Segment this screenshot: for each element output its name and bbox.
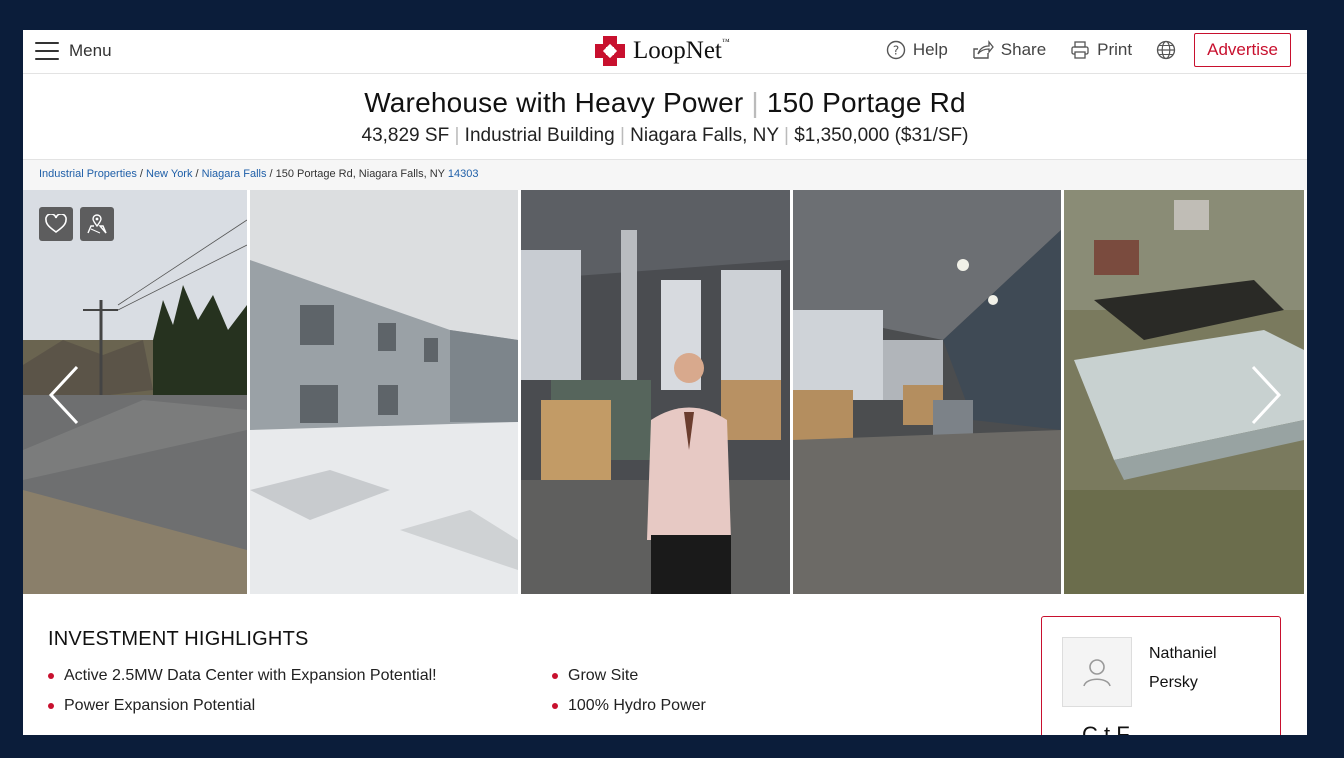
photo-gallery bbox=[23, 190, 1307, 594]
gallery-next-button[interactable] bbox=[1245, 365, 1285, 425]
svg-text:?: ? bbox=[893, 44, 899, 58]
chevron-right-icon bbox=[1251, 365, 1282, 425]
list-item: Power Expansion Potential bbox=[48, 697, 552, 715]
share-link[interactable]: Share bbox=[972, 40, 1046, 60]
heart-icon bbox=[45, 214, 67, 233]
contact-card: Nathaniel Persky C t F bbox=[1041, 616, 1281, 735]
globe-icon bbox=[1156, 40, 1176, 60]
breadcrumb: Industrial Properties / New York / Niaga… bbox=[23, 160, 1307, 190]
agent-name[interactable]: Nathaniel Persky bbox=[1149, 639, 1217, 697]
chevron-left-icon bbox=[48, 365, 79, 425]
breadcrumb-niagara-falls[interactable]: Niagara Falls bbox=[202, 168, 267, 180]
listing-type: Industrial Building bbox=[464, 125, 615, 146]
photo-3-image bbox=[521, 190, 790, 594]
top-bar: Menu LoopNet™ ? Help Share Print Adverti… bbox=[23, 30, 1307, 74]
menu-label: Menu bbox=[69, 41, 112, 60]
menu-icon bbox=[35, 42, 59, 60]
list-item: 100% Hydro Power bbox=[552, 697, 912, 715]
listing-size: 43,829 SF bbox=[361, 125, 450, 146]
header-actions: ? Help Share Print Advertise bbox=[886, 33, 1291, 67]
listing-title: Warehouse with Heavy Power | 150 Portage… bbox=[364, 87, 966, 118]
gallery-photo-4[interactable] bbox=[793, 190, 1061, 594]
breadcrumb-new-york[interactable]: New York bbox=[146, 168, 192, 180]
help-link[interactable]: ? Help bbox=[886, 40, 948, 60]
photo-4-image bbox=[793, 190, 1061, 594]
map-button[interactable] bbox=[80, 207, 114, 241]
help-icon: ? bbox=[886, 40, 906, 60]
breadcrumb-address: 150 Portage Rd, Niagara Falls, NY bbox=[275, 168, 445, 180]
contact-cta-partial: C t F bbox=[1082, 722, 1130, 735]
listing-location: Niagara Falls, NY bbox=[630, 125, 779, 146]
share-icon bbox=[973, 40, 994, 59]
help-label: Help bbox=[912, 40, 948, 59]
language-button[interactable] bbox=[1156, 40, 1176, 60]
user-icon bbox=[1083, 659, 1111, 687]
share-label: Share bbox=[1000, 40, 1047, 59]
advertise-button[interactable]: Advertise bbox=[1194, 33, 1291, 67]
loopnet-logo-icon bbox=[595, 36, 625, 66]
favorite-button[interactable] bbox=[39, 207, 73, 241]
page-frame: Menu LoopNet™ ? Help Share Print Adverti… bbox=[23, 30, 1307, 735]
breadcrumb-zip[interactable]: 14303 bbox=[448, 168, 479, 180]
photo-actions bbox=[39, 207, 114, 241]
loopnet-logo[interactable]: LoopNet™ bbox=[593, 34, 730, 68]
avatar bbox=[1062, 637, 1132, 707]
listing-price: $1,350,000 ($31/SF) bbox=[794, 125, 969, 146]
listing-header: Warehouse with Heavy Power | 150 Portage… bbox=[23, 74, 1307, 160]
print-label: Print bbox=[1097, 40, 1133, 59]
list-item: Grow Site bbox=[552, 667, 912, 685]
list-item: Active 2.5MW Data Center with Expansion … bbox=[48, 667, 552, 685]
photo-2-image bbox=[250, 190, 518, 594]
print-link[interactable]: Print bbox=[1070, 40, 1132, 60]
map-pin-icon bbox=[87, 214, 107, 234]
listing-subtitle: 43,829 SF | Industrial Building | Niagar… bbox=[361, 125, 969, 146]
gallery-photo-2[interactable] bbox=[250, 190, 518, 594]
menu-button[interactable]: Menu bbox=[35, 41, 112, 61]
gallery-prev-button[interactable] bbox=[45, 365, 85, 425]
logo-text: LoopNet™ bbox=[633, 37, 730, 64]
breadcrumb-industrial-properties[interactable]: Industrial Properties bbox=[39, 168, 137, 180]
gallery-photo-3[interactable] bbox=[521, 190, 790, 594]
print-icon bbox=[1071, 41, 1089, 59]
details-section: INVESTMENT HIGHLIGHTS Active 2.5MW Data … bbox=[23, 594, 1307, 735]
